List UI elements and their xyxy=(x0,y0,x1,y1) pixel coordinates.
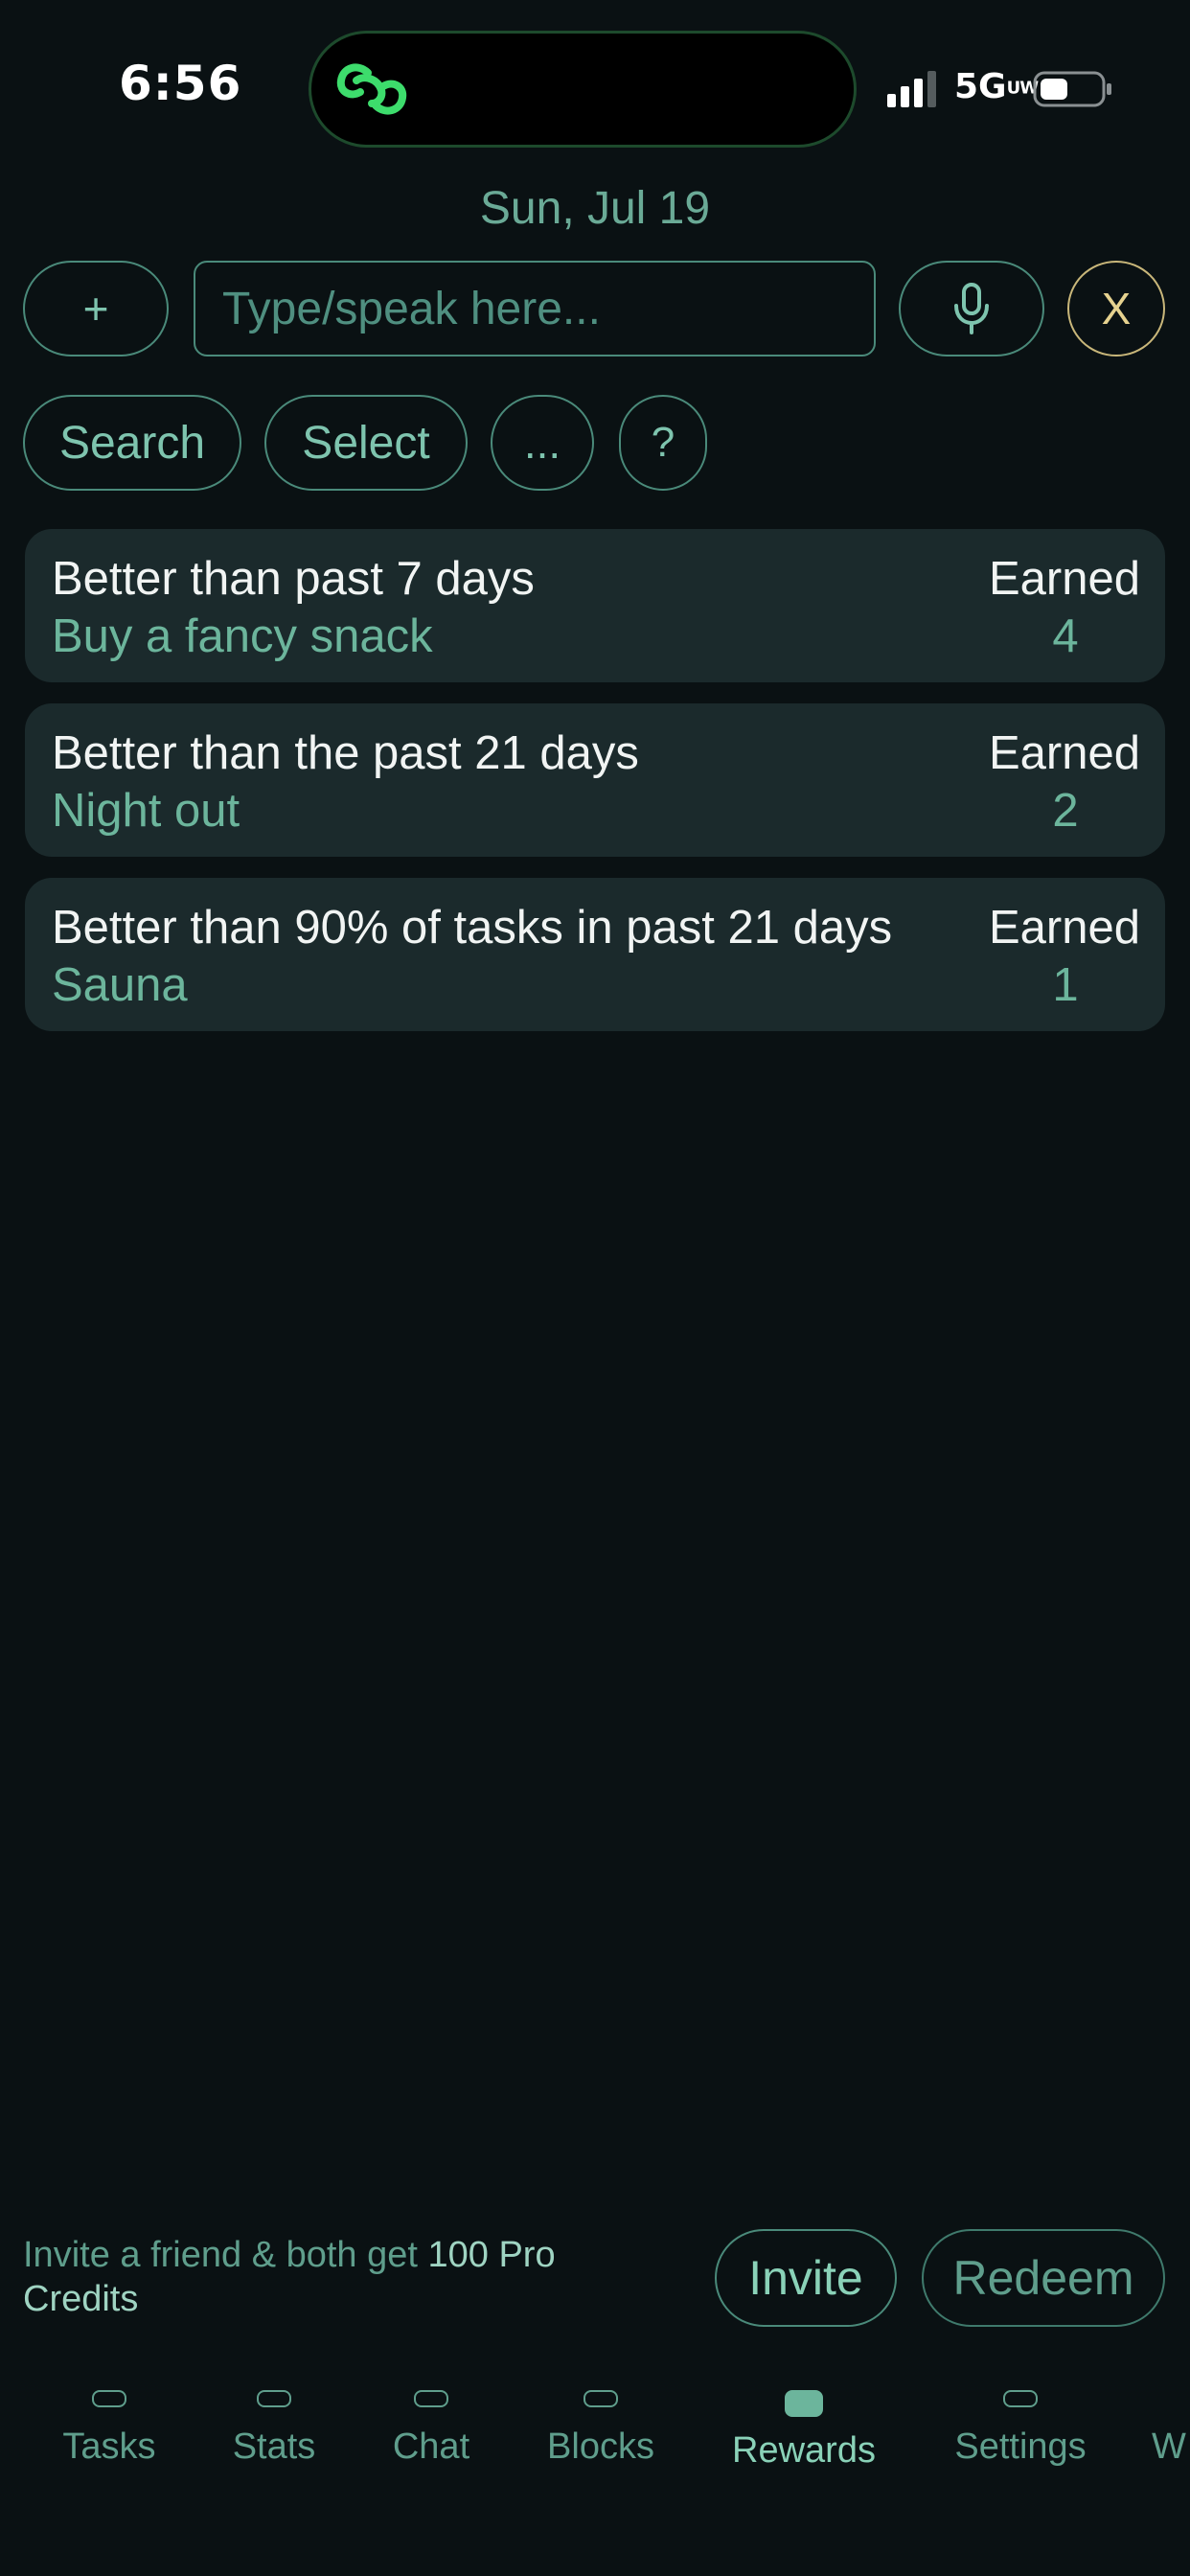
search-button[interactable]: Search xyxy=(23,395,241,491)
nav-tab-tasks[interactable]: Tasks xyxy=(50,2390,169,2476)
earned-label: Earned xyxy=(988,553,1140,605)
earned-label: Earned xyxy=(988,727,1140,779)
rewards-tab-icon xyxy=(785,2390,823,2417)
reward-condition: Better than 90% of tasks in past 21 days xyxy=(52,902,893,954)
nav-tab-label: Rewards xyxy=(732,2430,876,2471)
more-options-button[interactable]: ... xyxy=(491,395,594,491)
nav-tab-label: W xyxy=(1152,2426,1186,2467)
nav-tab-label: Stats xyxy=(232,2426,316,2467)
network-type: 5GUW xyxy=(954,67,1039,106)
reward-name: Night out xyxy=(52,785,240,837)
help-button[interactable]: ? xyxy=(619,395,707,491)
microphone-button[interactable] xyxy=(899,261,1044,356)
microphone-icon xyxy=(954,283,989,334)
tasks-tab-icon xyxy=(92,2390,126,2407)
network-label: 5G xyxy=(954,67,1007,106)
invite-message: Invite a friend & both get 100 Pro Credi… xyxy=(23,2233,675,2321)
nav-tab-blocks[interactable]: Blocks xyxy=(533,2390,669,2476)
reward-name: Buy a fancy snack xyxy=(52,610,433,662)
stats-tab-icon xyxy=(257,2390,291,2407)
task-input-placeholder: Type/speak here... xyxy=(222,283,601,334)
earned-count: 1 xyxy=(1052,959,1079,1011)
select-button[interactable]: Select xyxy=(264,395,468,491)
earned-label: Earned xyxy=(988,902,1140,954)
reward-condition: Better than the past 21 days xyxy=(52,727,639,779)
invite-button[interactable]: Invite xyxy=(715,2229,897,2327)
earned-count: 4 xyxy=(1052,610,1079,662)
nav-tab-overflow[interactable]: W xyxy=(1152,2390,1190,2476)
earned-count: 2 xyxy=(1052,785,1079,837)
battery-icon xyxy=(1033,71,1111,107)
reward-card[interactable]: Better than 90% of tasks in past 21 days… xyxy=(25,878,1165,1031)
reward-name: Sauna xyxy=(52,959,188,1011)
reward-condition: Better than past 7 days xyxy=(52,553,535,605)
current-date: Sun, Jul 19 xyxy=(479,183,711,234)
invite-text-suffix: Credits xyxy=(23,2279,139,2319)
nav-tab-label: Blocks xyxy=(547,2426,654,2467)
reward-card[interactable]: Better than the past 21 days Night out E… xyxy=(25,703,1165,857)
invite-text-credits: 100 Pro xyxy=(427,2235,556,2275)
nav-tab-label: Settings xyxy=(954,2426,1087,2467)
reward-card[interactable]: Better than past 7 days Buy a fancy snac… xyxy=(25,529,1165,682)
status-time: 6:56 xyxy=(119,56,242,111)
nav-tab-settings[interactable]: Settings xyxy=(939,2390,1102,2476)
blocks-tab-icon xyxy=(584,2390,618,2407)
nav-tab-chat[interactable]: Chat xyxy=(379,2390,483,2476)
chat-tab-icon xyxy=(414,2390,448,2407)
nav-tab-label: Chat xyxy=(392,2426,470,2467)
close-button[interactable]: X xyxy=(1067,261,1165,356)
nav-tab-rewards[interactable]: Rewards xyxy=(719,2390,889,2476)
cellular-signal-icon xyxy=(887,71,936,107)
add-button[interactable]: + xyxy=(23,261,169,356)
nav-tab-stats[interactable]: Stats xyxy=(218,2390,330,2476)
invite-text-prefix: Invite a friend & both get xyxy=(23,2235,428,2275)
nav-tab-label: Tasks xyxy=(62,2426,156,2467)
link-chain-icon xyxy=(336,63,407,115)
task-input[interactable]: Type/speak here... xyxy=(194,261,876,356)
settings-tab-icon xyxy=(1003,2390,1038,2407)
redeem-button[interactable]: Redeem xyxy=(922,2229,1165,2327)
